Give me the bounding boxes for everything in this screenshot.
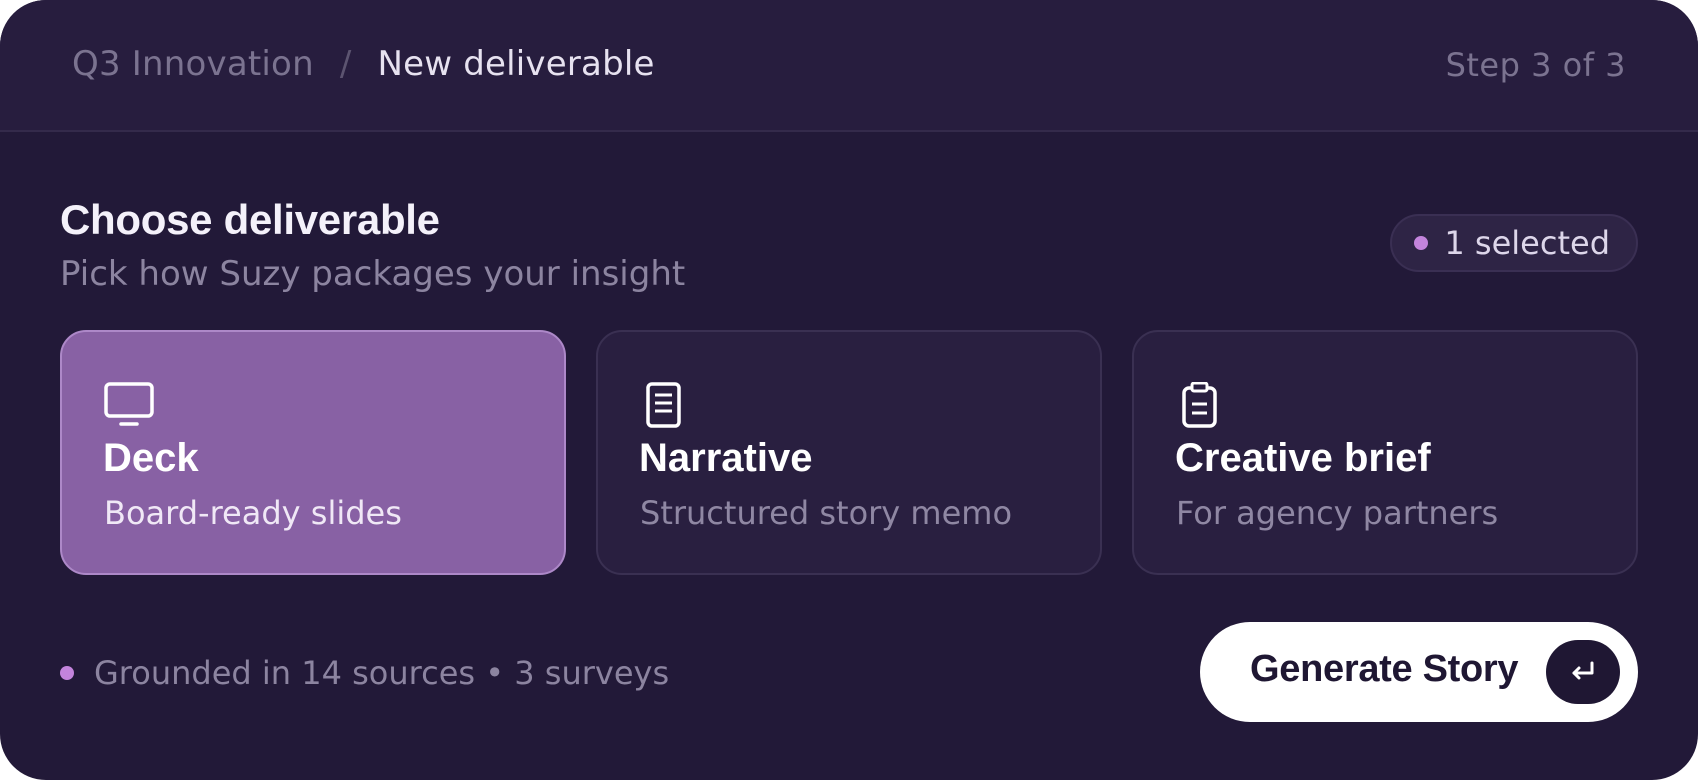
- header-bar: Q3 Innovation / New deliverable Step 3 o…: [0, 0, 1698, 132]
- breadcrumb: Q3 Innovation / New deliverable: [72, 44, 655, 84]
- generate-story-button[interactable]: Generate Story: [1200, 622, 1638, 722]
- grounding-note: Grounded in 14 sources • 3 surveys: [60, 654, 669, 692]
- enter-key-icon: [1546, 640, 1620, 704]
- selected-count-badge: 1 selected: [1390, 214, 1638, 272]
- clipboard-icon: [1182, 382, 1217, 428]
- selected-count-label: 1 selected: [1444, 224, 1610, 262]
- option-title: Deck: [103, 436, 199, 480]
- option-description: Board-ready slides: [104, 494, 402, 532]
- breadcrumb-current: New deliverable: [377, 44, 655, 84]
- monitor-icon: [104, 382, 154, 426]
- breadcrumb-separator: /: [339, 44, 352, 84]
- section-title: Choose deliverable: [60, 196, 440, 243]
- deliverable-options: Deck Board-ready slides Narrative Struct…: [60, 330, 1638, 575]
- option-card-creative-brief[interactable]: Creative brief For agency partners: [1132, 330, 1638, 575]
- grounding-text: Grounded in 14 sources • 3 surveys: [94, 654, 670, 692]
- status-dot-icon: [60, 666, 74, 680]
- generate-story-label: Generate Story: [1250, 648, 1519, 690]
- step-indicator: Step 3 of 3: [1445, 46, 1626, 84]
- option-description: For agency partners: [1176, 494, 1499, 532]
- document-icon: [646, 382, 681, 428]
- option-title: Narrative: [639, 436, 813, 480]
- option-card-narrative[interactable]: Narrative Structured story memo: [596, 330, 1102, 575]
- option-card-deck[interactable]: Deck Board-ready slides: [60, 330, 566, 575]
- deliverable-panel: Q3 Innovation / New deliverable Step 3 o…: [0, 0, 1698, 780]
- section-subtitle: Pick how Suzy packages your insight: [60, 254, 686, 294]
- status-dot-icon: [1414, 236, 1429, 250]
- option-title: Creative brief: [1175, 436, 1431, 480]
- option-description: Structured story memo: [640, 494, 1013, 532]
- breadcrumb-parent-link[interactable]: Q3 Innovation: [72, 44, 314, 84]
